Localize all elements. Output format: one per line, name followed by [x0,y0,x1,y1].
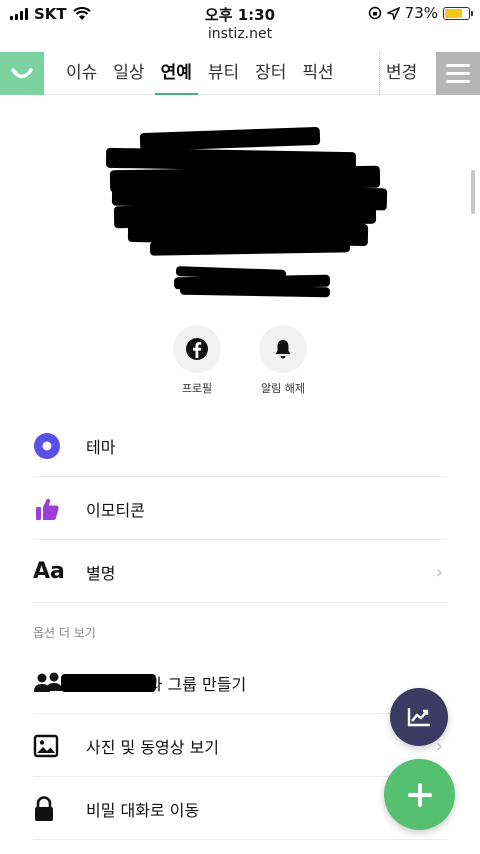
tab-0[interactable]: 이슈 [58,52,105,95]
battery-icon [443,6,473,20]
top-nav: 이슈 일상 연예 뷰티 장터 픽션 변경 [0,52,480,95]
notification-circle[interactable] [259,325,307,373]
secret-chat-label: 비밀 대화로 이동 [86,800,200,820]
chart-fab-button[interactable] [390,688,448,746]
chevron-right-icon: › [435,562,443,583]
tab-5[interactable]: 픽션 [294,52,341,95]
tab-3[interactable]: 뷰티 [200,52,247,95]
theme-label: 테마 [86,437,116,457]
battery-fill [445,8,462,18]
theme-row[interactable]: 테마 [33,415,447,477]
emoji-row[interactable]: 이모티콘 [33,478,447,540]
profile-action-button[interactable]: 프로필 [157,325,237,396]
emoji-label: 이모티콘 [86,500,145,520]
profile-actions: 프로필 알림 해제 [0,325,480,395]
redacted-name [61,674,156,692]
hamburger-menu-icon[interactable] [436,52,480,95]
battery-percent: 73% [404,4,438,22]
tab-2[interactable]: 연예 [153,52,200,95]
create-group-row[interactable]: 님과 그룹 만들기 [33,652,447,714]
profile-action-label: 프로필 [181,382,213,395]
chart-icon [407,708,430,727]
lock-icon [33,794,71,824]
nickname-row[interactable]: Aa 별명 › [33,541,447,603]
add-fab-button[interactable] [384,759,455,830]
nickname-label: 별명 [86,563,116,583]
thumbs-up-icon [33,494,71,524]
plus-icon [407,782,432,807]
nav-divider [379,52,380,95]
bell-icon [275,340,291,359]
notification-action-label: 알림 해제 [261,382,305,395]
orientation-lock-icon [368,6,381,20]
text-aa-icon: Aa [33,559,65,584]
profile-circle[interactable] [173,325,221,373]
change-button[interactable]: 변경 [386,52,417,95]
status-bar: SKT 오후 1:30 73% [0,0,480,28]
theme-icon [33,431,71,461]
notification-off-button[interactable]: 알림 해제 [243,325,323,396]
image-icon [33,731,71,761]
location-icon [386,6,400,20]
more-options-heading: 옵션 더 보기 [33,626,96,640]
address-bar-url[interactable]: instiz.net [0,26,480,42]
category-tabs: 이슈 일상 연예 뷰티 장터 픽션 [58,52,342,95]
facebook-icon [186,338,208,360]
photos-videos-label: 사진 및 동영상 보기 [86,737,220,757]
photos-videos-row[interactable]: 사진 및 동영상 보기 › [33,715,447,777]
smile-logo-icon [11,67,33,78]
status-right: 73% [368,4,473,22]
tab-1[interactable]: 일상 [105,52,152,95]
logo-button[interactable] [0,52,44,95]
tab-4[interactable]: 장터 [247,52,294,95]
scrollbar[interactable] [471,170,475,214]
